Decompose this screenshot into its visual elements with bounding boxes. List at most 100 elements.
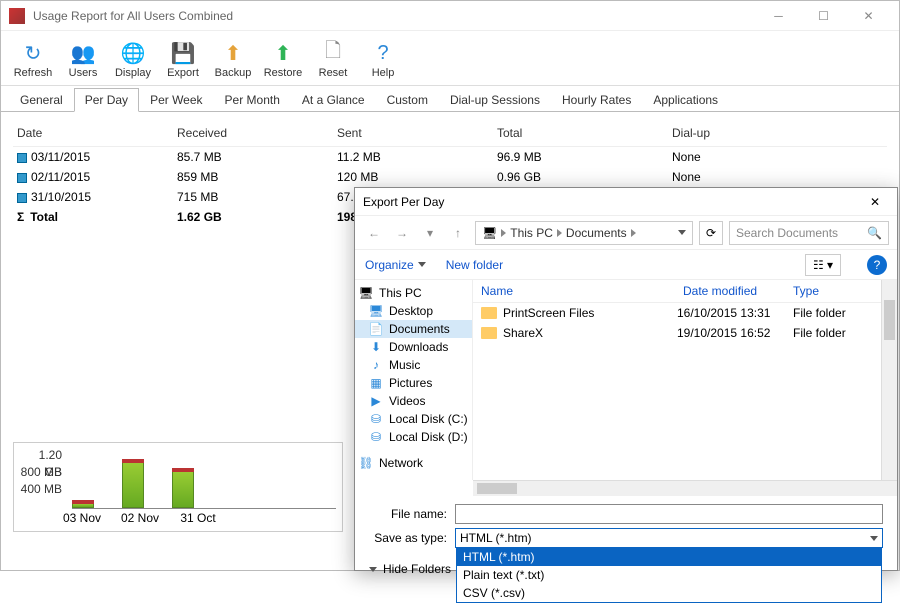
toolbar-label: Users: [69, 67, 98, 79]
col-sent[interactable]: Sent: [333, 124, 493, 142]
total-label: Total: [30, 210, 58, 224]
tree-item-documents[interactable]: 📄Documents: [355, 320, 472, 338]
savetype-combo[interactable]: HTML (*.htm) HTML (*.htm)Plain text (*.t…: [455, 528, 883, 548]
export-button[interactable]: 💾Export: [161, 39, 205, 81]
dialog-toolbar: Organize New folder ☷ ▾ ?: [355, 250, 897, 280]
pc-icon: 🖥: [359, 286, 373, 300]
maximize-button[interactable]: ☐: [801, 2, 846, 30]
minimize-button[interactable]: ─: [756, 2, 801, 30]
toolbar-label: Reset: [319, 67, 348, 79]
forward-button[interactable]: →: [391, 222, 413, 244]
column-headers: Date Received Sent Total Dial-up: [13, 120, 887, 147]
up-arrow-button[interactable]: ↑: [447, 222, 469, 244]
network-icon: ⛓: [359, 456, 373, 470]
tab-general[interactable]: General: [9, 88, 74, 111]
col-date-modified[interactable]: Date modified: [683, 284, 793, 298]
hide-folders-button[interactable]: Hide Folders: [369, 562, 451, 576]
horizontal-scrollbar[interactable]: [473, 480, 897, 496]
tab-applications[interactable]: Applications: [642, 88, 729, 111]
close-button[interactable]: ✕: [846, 2, 891, 30]
restore-icon: ⬆: [271, 41, 295, 65]
refresh-icon: ↻: [21, 41, 45, 65]
newfolder-button[interactable]: New folder: [446, 258, 503, 272]
save-dialog: Export Per Day ✕ ← → ▾ ↑ 🖥 This PC Docum…: [354, 187, 898, 571]
tree-item-local-disk-c-[interactable]: ⛁Local Disk (C:): [355, 410, 472, 428]
tree-icon: ▶: [369, 394, 383, 408]
chart-bar: [172, 471, 194, 508]
search-input[interactable]: Search Documents 🔍: [729, 221, 889, 245]
refresh-button[interactable]: ↻Refresh: [11, 39, 55, 81]
tab-dial-up-sessions[interactable]: Dial-up Sessions: [439, 88, 551, 111]
display-button[interactable]: 🌐Display: [111, 39, 155, 81]
search-icon: 🔍: [867, 226, 882, 240]
tree-item-music[interactable]: ♪Music: [355, 356, 472, 374]
toolbar-label: Help: [372, 67, 395, 79]
tab-custom[interactable]: Custom: [376, 88, 439, 111]
table-row[interactable]: 03/11/201585.7 MB11.2 MB96.9 MBNone: [13, 147, 887, 167]
tree-item-desktop[interactable]: 🖥Desktop: [355, 302, 472, 320]
vertical-scrollbar[interactable]: [881, 280, 897, 480]
back-button[interactable]: ←: [363, 222, 385, 244]
col-received[interactable]: Received: [173, 124, 333, 142]
breadcrumb-documents[interactable]: Documents: [566, 226, 627, 240]
dialog-fields: File name: Save as type: HTML (*.htm) HT…: [355, 496, 897, 556]
toolbar-label: Backup: [215, 67, 252, 79]
col-total[interactable]: Total: [493, 124, 668, 142]
file-row[interactable]: PrintScreen Files16/10/2015 13:31File fo…: [473, 303, 881, 323]
tree-item-downloads[interactable]: ⬇Downloads: [355, 338, 472, 356]
tab-hourly-rates[interactable]: Hourly Rates: [551, 88, 642, 111]
col-dialup[interactable]: Dial-up: [668, 124, 818, 142]
backup-icon: ⬆: [221, 41, 245, 65]
users-icon: 👥: [71, 41, 95, 65]
col-date[interactable]: Date: [13, 124, 173, 142]
tab-per-week[interactable]: Per Week: [139, 88, 213, 111]
chart-y-labels: 1.20 GB 800 MB 400 MB: [20, 447, 62, 498]
savetype-option[interactable]: HTML (*.htm): [457, 548, 881, 566]
titlebar: Usage Report for All Users Combined ─ ☐ …: [1, 1, 899, 31]
breadcrumb-dropdown-icon[interactable]: [678, 230, 686, 235]
col-type[interactable]: Type: [793, 284, 873, 298]
pc-icon: 🖥: [482, 226, 497, 240]
reset-button[interactable]: 🗋Reset: [311, 39, 355, 81]
table-row[interactable]: 02/11/2015859 MB120 MB0.96 GBNone: [13, 167, 887, 187]
tree-icon: ⬇: [369, 340, 383, 354]
tree-item-pictures[interactable]: ▦Pictures: [355, 374, 472, 392]
toolbar-label: Export: [167, 67, 199, 79]
window-title: Usage Report for All Users Combined: [33, 9, 756, 23]
tree-root[interactable]: 🖥This PC: [355, 284, 472, 302]
tree-icon: 🖥: [369, 304, 383, 318]
restore-button[interactable]: ⬆ Restore: [261, 39, 305, 81]
up-button[interactable]: ▾: [419, 222, 441, 244]
help-button[interactable]: ?: [867, 255, 887, 275]
savetype-option[interactable]: CSV (*.csv): [457, 584, 881, 602]
filename-label: File name:: [369, 507, 455, 521]
file-row[interactable]: ShareX19/10/2015 16:52File folder: [473, 323, 881, 343]
search-placeholder: Search Documents: [736, 226, 838, 240]
users-button[interactable]: 👥 Users: [61, 39, 105, 81]
tree-icon: ▦: [369, 376, 383, 390]
savetype-option[interactable]: Plain text (*.txt): [457, 566, 881, 584]
dialog-close-button[interactable]: ✕: [861, 195, 889, 209]
tab-per-month[interactable]: Per Month: [214, 88, 291, 111]
tree-network[interactable]: ⛓Network: [355, 454, 472, 472]
view-button[interactable]: ☷ ▾: [805, 254, 841, 276]
breadcrumb-pc[interactable]: This PC: [510, 226, 553, 240]
tab-at-a-glance[interactable]: At a Glance: [291, 88, 376, 111]
breadcrumb[interactable]: 🖥 This PC Documents: [475, 221, 693, 245]
toolbar-label: Display: [115, 67, 151, 79]
backup-button[interactable]: ⬆ Backup: [211, 39, 255, 81]
tree-item-videos[interactable]: ▶Videos: [355, 392, 472, 410]
filelist-header: Name Date modified Type: [473, 280, 881, 303]
savetype-dropdown: HTML (*.htm)Plain text (*.txt)CSV (*.csv…: [456, 548, 882, 603]
tab-per-day[interactable]: Per Day: [74, 88, 139, 112]
refresh-button[interactable]: ⟳: [699, 221, 723, 245]
tree-item-local-disk-d-[interactable]: ⛁Local Disk (D:): [355, 428, 472, 446]
toolbar-label: Restore: [264, 67, 303, 79]
filename-input[interactable]: [455, 504, 883, 524]
row-icon: [17, 173, 27, 183]
dialog-nav: ← → ▾ ↑ 🖥 This PC Documents ⟳ Search Doc…: [355, 216, 897, 250]
help-button[interactable]: ?Help: [361, 39, 405, 81]
organize-button[interactable]: Organize: [365, 258, 426, 272]
col-name[interactable]: Name: [481, 284, 683, 298]
chevron-down-icon: [870, 536, 878, 541]
